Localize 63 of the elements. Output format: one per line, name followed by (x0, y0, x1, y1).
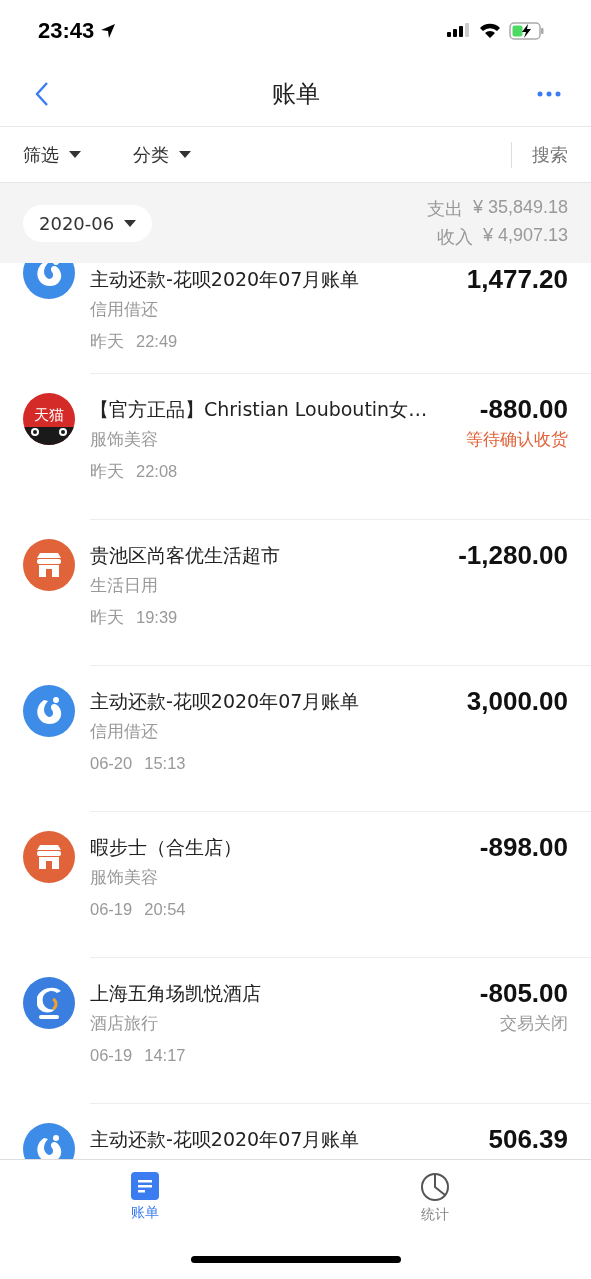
list-icon (130, 1172, 159, 1200)
transaction-title: 贵池区尚客优生活超市 (90, 543, 280, 568)
wifi-icon (479, 23, 501, 39)
dolphin-logo-icon (23, 977, 75, 1029)
transaction-date: 06-19 (90, 1045, 133, 1066)
transaction-status: 交易关闭 (500, 1013, 568, 1035)
transaction-date: 昨天 (90, 461, 124, 482)
transaction-time: 14:17 (144, 1045, 186, 1066)
transaction-time: 19:39 (136, 607, 178, 628)
total-amount: ¥ 4,907.13 (482, 225, 568, 247)
transaction-category: 酒店旅行 (90, 1013, 158, 1035)
transaction-date: 昨天 (90, 607, 124, 628)
transaction-time: 15:13 (144, 753, 186, 774)
battery-icon (509, 22, 545, 40)
cat-face-icon (23, 427, 75, 445)
more-icon (537, 91, 561, 97)
pie-chart-icon (420, 1172, 451, 1202)
total-label: 支出 (426, 198, 463, 221)
transaction-amount: -805.00 (479, 977, 568, 1009)
transaction-title: 主动还款-花呗2020年07月账单 (90, 689, 360, 714)
transaction-amount: -880.00 (479, 393, 568, 425)
transaction-status: 等待确认收货 (466, 429, 568, 451)
cat-logo-icon: 天猫 (23, 393, 75, 445)
page-title: 账单 (271, 79, 320, 110)
store-icon (23, 539, 75, 591)
month-picker[interactable]: 2020-06 (23, 204, 153, 242)
location-arrow-icon (100, 23, 117, 39)
transaction-amount: 506.39 (488, 1123, 568, 1155)
total-amount: ¥ 35,849.18 (472, 197, 568, 219)
transaction-category: 生活日用 (90, 575, 158, 597)
total-label: 收入 (436, 226, 473, 249)
transaction-title: 【官方正品】Christian Louboutin女… (90, 397, 428, 422)
transaction-amount: -1,280.00 (458, 539, 568, 571)
transaction-date: 06-20 (90, 753, 133, 774)
caret-icon (69, 151, 81, 158)
store-icon (23, 831, 75, 883)
search-button[interactable]: 搜索 (511, 141, 568, 168)
transaction-category: 信用借还 (90, 721, 158, 743)
back-icon (35, 81, 49, 107)
transaction-title: 主动还款-花呗2020年07月账单 (90, 267, 360, 292)
transaction-amount: -898.00 (479, 831, 568, 863)
filter-dropdown[interactable]: 分类 (133, 142, 191, 167)
transaction-time: 22:08 (136, 461, 178, 482)
status-time: 23:43 (38, 18, 95, 44)
tab[interactable]: 统计 (420, 1172, 451, 1224)
transaction-amount: 3,000.00 (466, 685, 568, 717)
transaction-amount: 1,477.20 (466, 263, 568, 295)
caret-icon (179, 151, 191, 158)
transaction-title: 主动还款-花呗2020年07月账单 (90, 1127, 360, 1152)
transaction-time: 22:49 (136, 331, 178, 352)
transaction-time: 20:54 (144, 899, 186, 920)
swirl-logo-icon (23, 685, 75, 737)
transaction-date: 昨天 (90, 331, 124, 352)
transaction-category: 服饰美容 (90, 429, 158, 451)
transaction-title: 上海五角场凯悦酒店 (90, 981, 261, 1006)
signal-icon (447, 23, 471, 39)
transaction-category: 信用借还 (90, 299, 158, 321)
caret-icon (124, 219, 137, 227)
transaction-date: 06-19 (90, 899, 133, 920)
tab[interactable]: 账单 (130, 1172, 159, 1224)
transaction-category: 服饰美容 (90, 867, 158, 889)
transaction-title: 暇步士（合生店） (90, 835, 242, 860)
filter-dropdown[interactable]: 筛选 (23, 142, 81, 167)
